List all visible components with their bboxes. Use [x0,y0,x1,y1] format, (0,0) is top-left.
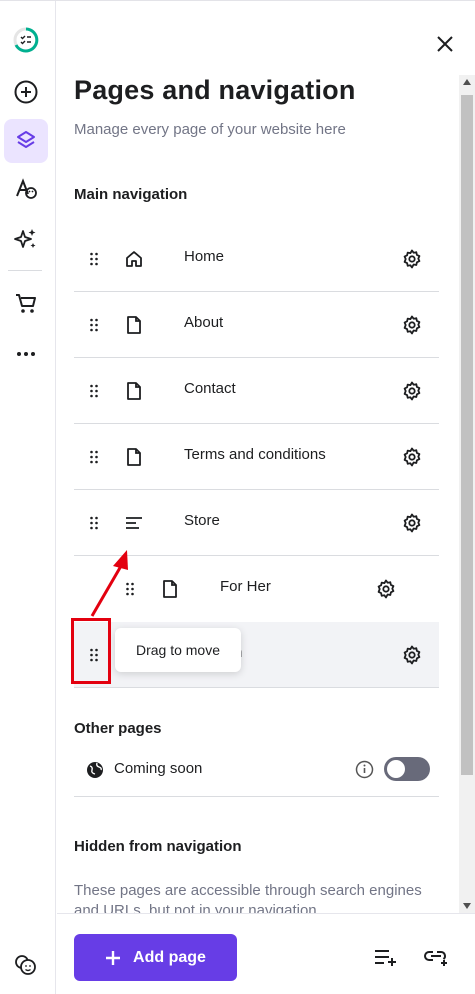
nav-item-about[interactable]: About [74,292,439,358]
close-icon [437,36,453,52]
close-button[interactable] [430,29,460,59]
home-icon [124,249,144,269]
hidden-from-navigation-heading: Hidden from navigation [74,838,242,855]
gear-icon[interactable] [401,380,423,402]
gear-icon[interactable] [401,314,423,336]
page-icon [124,381,144,401]
left-rail [0,1,56,994]
nav-item-contact[interactable]: Contact [74,358,439,424]
page-subtitle: Manage every page of your website here [74,121,346,138]
nav-item-label: About [184,314,224,331]
page-icon [124,447,144,467]
ai-sparkle-icon[interactable] [4,217,48,261]
layers-icon[interactable] [4,119,48,163]
nav-item-home[interactable]: Home [74,226,439,292]
drag-handle-icon[interactable] [88,382,100,400]
store-list-icon [124,513,144,533]
globe-icon [86,761,104,784]
rail-divider [8,270,42,271]
drag-handle-icon[interactable] [88,514,100,532]
scroll-up-arrow[interactable] [463,79,471,85]
nav-item-label: Terms and conditions [184,446,326,463]
gear-icon[interactable] [401,512,423,534]
main-navigation-heading: Main navigation [74,186,188,203]
nav-subitem-for-her[interactable]: For Her [110,556,439,622]
gear-icon[interactable] [401,644,423,666]
more-icon[interactable] [4,332,48,376]
add-page-button[interactable]: Add page [74,934,237,981]
coming-soon-row: Coming soon [74,745,439,797]
hidden-description: These pages are accessible through searc… [74,882,422,913]
other-pages-heading: Other pages [74,720,162,737]
nav-item-terms[interactable]: Terms and conditions [74,424,439,490]
add-page-label: Add page [133,948,206,966]
page-icon [160,579,180,599]
panel-scrollbar[interactable] [459,75,475,913]
add-element-icon[interactable] [4,70,48,114]
coming-soon-label: Coming soon [114,760,203,777]
page-icon [124,315,144,335]
add-list-item-icon[interactable] [372,946,398,968]
support-smiley-icon[interactable] [4,943,48,987]
nav-item-label: For Her [220,578,271,595]
styles-palette-icon[interactable] [4,167,48,211]
drag-handle-icon[interactable] [124,580,136,598]
builder-window: Pages and navigation Manage every page o… [0,0,475,994]
annotation-highlight-box [71,618,111,684]
gear-icon[interactable] [375,578,397,600]
plus-icon [106,950,121,965]
nav-item-store[interactable]: Store [74,490,439,556]
cart-icon[interactable] [4,282,48,326]
page-title: Pages and navigation [74,75,356,105]
scroll-down-arrow[interactable] [463,903,471,909]
nav-item-label: Store [184,512,220,529]
gear-icon[interactable] [401,248,423,270]
panel-footer: Add page [57,913,475,994]
gear-icon[interactable] [401,446,423,468]
drag-tooltip: Drag to move [115,628,241,672]
nav-item-label: Contact [184,380,236,397]
nav-item-label: Home [184,248,225,265]
toggle-knob [387,760,405,778]
drag-handle-icon[interactable] [88,250,100,268]
scrollbar-thumb[interactable] [461,95,473,775]
drag-handle-icon[interactable] [88,448,100,466]
add-link-icon[interactable] [423,946,449,968]
coming-soon-toggle[interactable] [384,757,430,781]
drag-handle-icon[interactable] [88,316,100,334]
progress-checklist-icon[interactable] [4,18,48,62]
info-icon[interactable] [355,760,374,784]
